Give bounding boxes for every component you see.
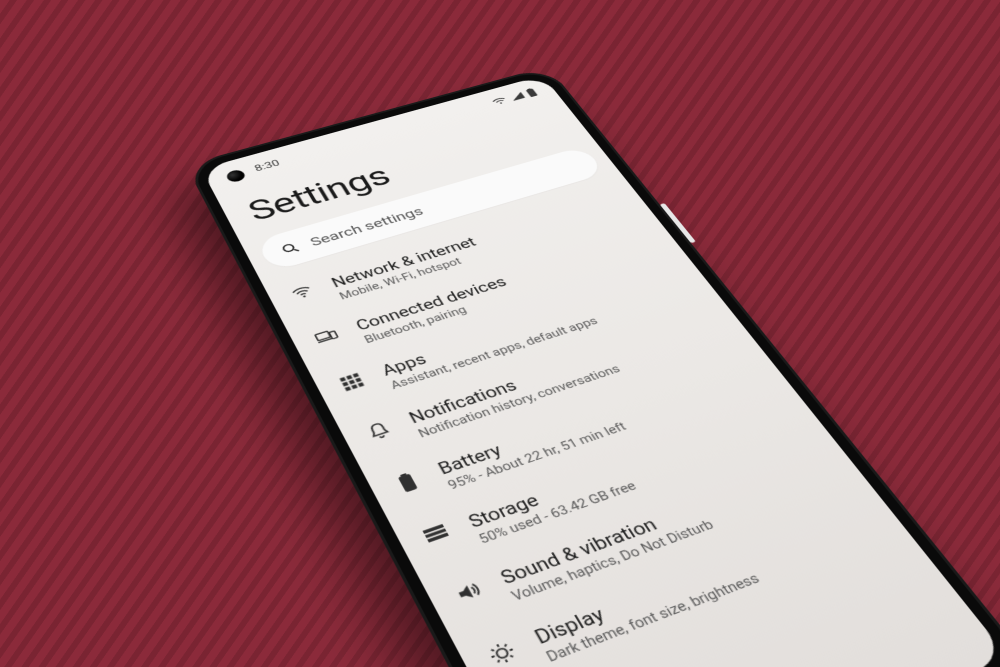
- settings-list: Network & internet Mobile, Wi-Fi, hotspo…: [263, 177, 915, 667]
- search-icon: [278, 240, 302, 257]
- display-icon: [483, 636, 520, 667]
- photo-background: 8:30 Settings Sear: [0, 0, 1000, 667]
- bell-icon: [362, 417, 395, 442]
- phone-body: 8:30 Settings Sear: [185, 66, 1000, 667]
- battery-icon: [390, 468, 424, 495]
- apps-icon: [336, 370, 367, 392]
- storage-icon: [419, 521, 451, 544]
- signal-icon: [509, 92, 526, 102]
- phone-screen: 8:30 Settings Sear: [201, 75, 1000, 667]
- sound-icon: [450, 577, 485, 605]
- wifi-icon: [288, 282, 316, 301]
- battery-icon: [525, 88, 538, 98]
- wifi-icon: [490, 96, 509, 106]
- devices-icon: [311, 325, 340, 345]
